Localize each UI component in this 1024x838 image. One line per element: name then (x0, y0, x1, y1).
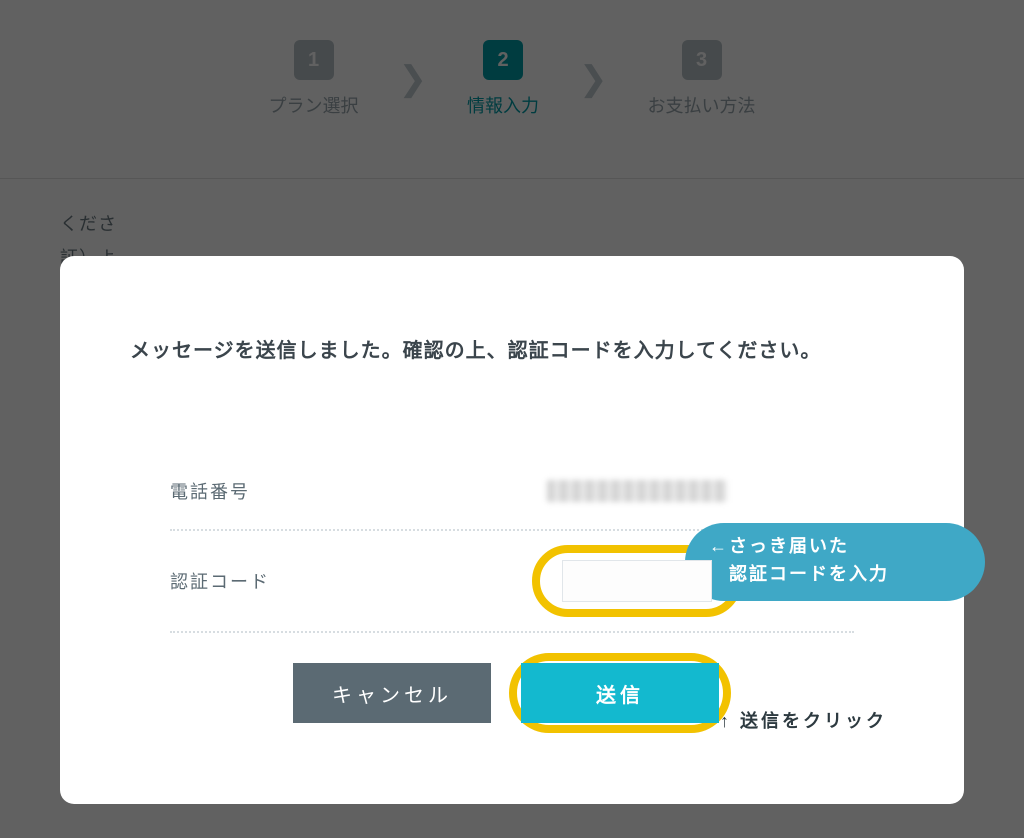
row-phone: 電話番号 (170, 453, 854, 531)
phone-blurred-value (547, 480, 727, 502)
modal-title: メッセージを送信しました。確認の上、認証コードを入力してください。 (130, 334, 904, 363)
phone-value (420, 467, 854, 515)
phone-label: 電話番号 (170, 478, 420, 504)
annotation-code-hint: ←さっき届いた 認証コードを入力 (685, 523, 985, 601)
annotation-submit-hint: ↑ 送信をクリック (720, 707, 887, 733)
submit-highlight-wrap: 送信 (509, 653, 731, 733)
submit-button[interactable]: 送信 (521, 663, 719, 723)
code-label: 認証コード (170, 568, 420, 594)
cancel-button[interactable]: キャンセル (293, 663, 491, 723)
annotation-line: 認証コードを入力 (709, 561, 963, 589)
annotation-line: ←さっき届いた (709, 533, 963, 561)
verification-code-input[interactable] (562, 560, 712, 602)
